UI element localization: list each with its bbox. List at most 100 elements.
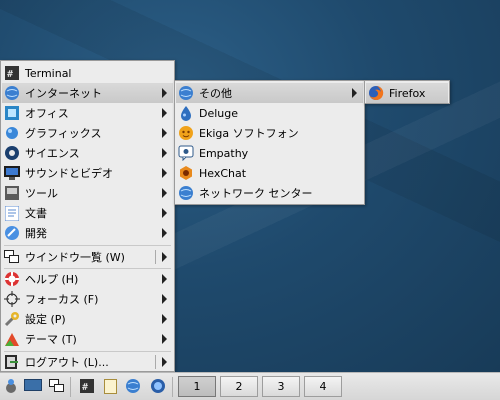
other-submenu: Firefox xyxy=(364,80,450,104)
menu-item-sound-video[interactable]: サウンドとビデオ xyxy=(2,163,173,183)
chevron-right-icon xyxy=(162,148,167,158)
menu-item-other[interactable]: その他 xyxy=(176,83,363,103)
menu-item-label: 設定 (P) xyxy=(25,313,66,326)
workspace-label: 2 xyxy=(235,380,243,393)
tools-icon xyxy=(4,185,20,201)
show-desktop-icon[interactable] xyxy=(24,378,42,394)
terminal-icon: # xyxy=(4,65,20,81)
browser-icon[interactable] xyxy=(150,378,166,394)
chevron-right-icon xyxy=(162,88,167,98)
menu-item-deluge[interactable]: Deluge xyxy=(176,103,363,123)
hexchat-icon xyxy=(178,165,194,181)
menu-item-tools[interactable]: ツール xyxy=(2,183,173,203)
globe-icon xyxy=(178,185,194,201)
globe-icon[interactable] xyxy=(125,378,141,394)
chevron-right-icon xyxy=(162,188,167,198)
office-icon xyxy=(4,105,20,121)
chevron-right-icon xyxy=(162,252,167,262)
start-menu-icon[interactable] xyxy=(3,378,19,394)
chevron-right-icon xyxy=(162,334,167,344)
menu-item-label: HexChat xyxy=(199,166,247,180)
menu-item-label: テーマ (T) xyxy=(25,333,77,346)
menu-item-label: 開発 xyxy=(25,227,47,240)
internet-submenu: その他 Deluge Ekiga ソフトフォン Empathy HexChat … xyxy=(174,80,365,205)
workspace-label: 4 xyxy=(319,380,327,393)
menu-item-settings[interactable]: 設定 (P) xyxy=(2,309,173,329)
chevron-right-icon xyxy=(162,314,167,324)
workspace-button-4[interactable]: 4 xyxy=(304,376,342,397)
workspace-label: 1 xyxy=(193,380,201,393)
svg-text:#: # xyxy=(82,382,88,393)
main-menu: # Terminal インターネット オフィス グラフィックス サイエンス サウ… xyxy=(0,60,175,372)
chevron-right-icon xyxy=(162,294,167,304)
globe-icon xyxy=(4,85,20,101)
window-list-icon xyxy=(4,249,20,265)
menu-item-hexchat[interactable]: HexChat xyxy=(176,163,363,183)
menu-item-label: インターネット xyxy=(25,87,102,100)
chevron-right-icon xyxy=(162,228,167,238)
menu-item-science[interactable]: サイエンス xyxy=(2,143,173,163)
menu-item-label: Terminal xyxy=(25,66,72,80)
chevron-right-icon xyxy=(162,274,167,284)
menu-item-label: Ekiga ソフトフォン xyxy=(199,127,299,140)
graphics-icon xyxy=(4,125,20,141)
menu-item-label: ネットワーク センター xyxy=(199,187,313,200)
menu-item-help[interactable]: ヘルプ (H) xyxy=(2,269,173,289)
menu-item-label: ヘルプ (H) xyxy=(25,273,79,286)
divider xyxy=(155,250,156,264)
menu-item-label: Deluge xyxy=(199,106,239,120)
menu-item-development[interactable]: 開発 xyxy=(2,223,173,243)
menu-item-label: サウンドとビデオ xyxy=(25,167,113,180)
workspace-label: 3 xyxy=(277,380,285,393)
document-icon xyxy=(4,205,20,221)
science-icon xyxy=(4,145,20,161)
menu-item-theme[interactable]: テーマ (T) xyxy=(2,329,173,349)
menu-item-label: オフィス xyxy=(25,107,69,120)
menu-item-label: 文書 xyxy=(25,207,47,220)
workspace-button-2[interactable]: 2 xyxy=(220,376,258,397)
multimedia-icon xyxy=(4,165,20,181)
menu-item-label: グラフィックス xyxy=(25,127,102,140)
taskbar: # 1 2 3 4 xyxy=(0,372,500,400)
menu-item-ekiga[interactable]: Ekiga ソフトフォン xyxy=(176,123,363,143)
menu-item-office[interactable]: オフィス xyxy=(2,103,173,123)
file-manager-icon[interactable] xyxy=(102,378,118,394)
menu-item-empathy[interactable]: Empathy xyxy=(176,143,363,163)
menu-item-label: フォーカス (F) xyxy=(25,293,99,306)
workspace-button-1[interactable]: 1 xyxy=(178,376,216,397)
separator xyxy=(4,245,171,246)
menu-item-window-list[interactable]: ウインドウ一覧 (W) xyxy=(2,247,173,267)
ekiga-icon xyxy=(178,125,194,141)
menu-item-label: ツール xyxy=(25,187,58,200)
divider xyxy=(70,377,71,397)
development-icon xyxy=(4,225,20,241)
chevron-right-icon xyxy=(162,108,167,118)
menu-item-label: ウインドウ一覧 (W) xyxy=(25,251,125,264)
menu-item-label: サイエンス xyxy=(25,147,80,160)
window-list-icon[interactable] xyxy=(49,378,65,394)
menu-item-internet[interactable]: インターネット xyxy=(2,83,173,103)
divider xyxy=(172,377,173,397)
menu-item-label: Empathy xyxy=(199,146,249,160)
empathy-icon xyxy=(178,145,194,161)
menu-item-graphics[interactable]: グラフィックス xyxy=(2,123,173,143)
menu-item-label: その他 xyxy=(199,87,232,100)
crosshair-icon xyxy=(4,291,20,307)
menu-item-logout[interactable]: ログアウト (L)... xyxy=(2,352,173,372)
workspace-button-3[interactable]: 3 xyxy=(262,376,300,397)
menu-item-network-center[interactable]: ネットワーク センター xyxy=(176,183,363,203)
globe-icon xyxy=(178,85,194,101)
chevron-right-icon xyxy=(162,128,167,138)
menu-item-firefox[interactable]: Firefox xyxy=(366,83,448,103)
menu-item-terminal[interactable]: # Terminal xyxy=(2,63,173,83)
menu-item-focus[interactable]: フォーカス (F) xyxy=(2,289,173,309)
terminal-icon[interactable]: # xyxy=(79,378,95,394)
menu-item-documents[interactable]: 文書 xyxy=(2,203,173,223)
logout-icon xyxy=(4,354,20,370)
menu-item-label: Firefox xyxy=(389,86,426,100)
settings-wrench-icon xyxy=(4,311,20,327)
chevron-right-icon xyxy=(352,88,357,98)
chevron-right-icon xyxy=(162,208,167,218)
menu-item-label: ログアウト (L)... xyxy=(25,356,109,369)
firefox-icon xyxy=(368,85,384,101)
